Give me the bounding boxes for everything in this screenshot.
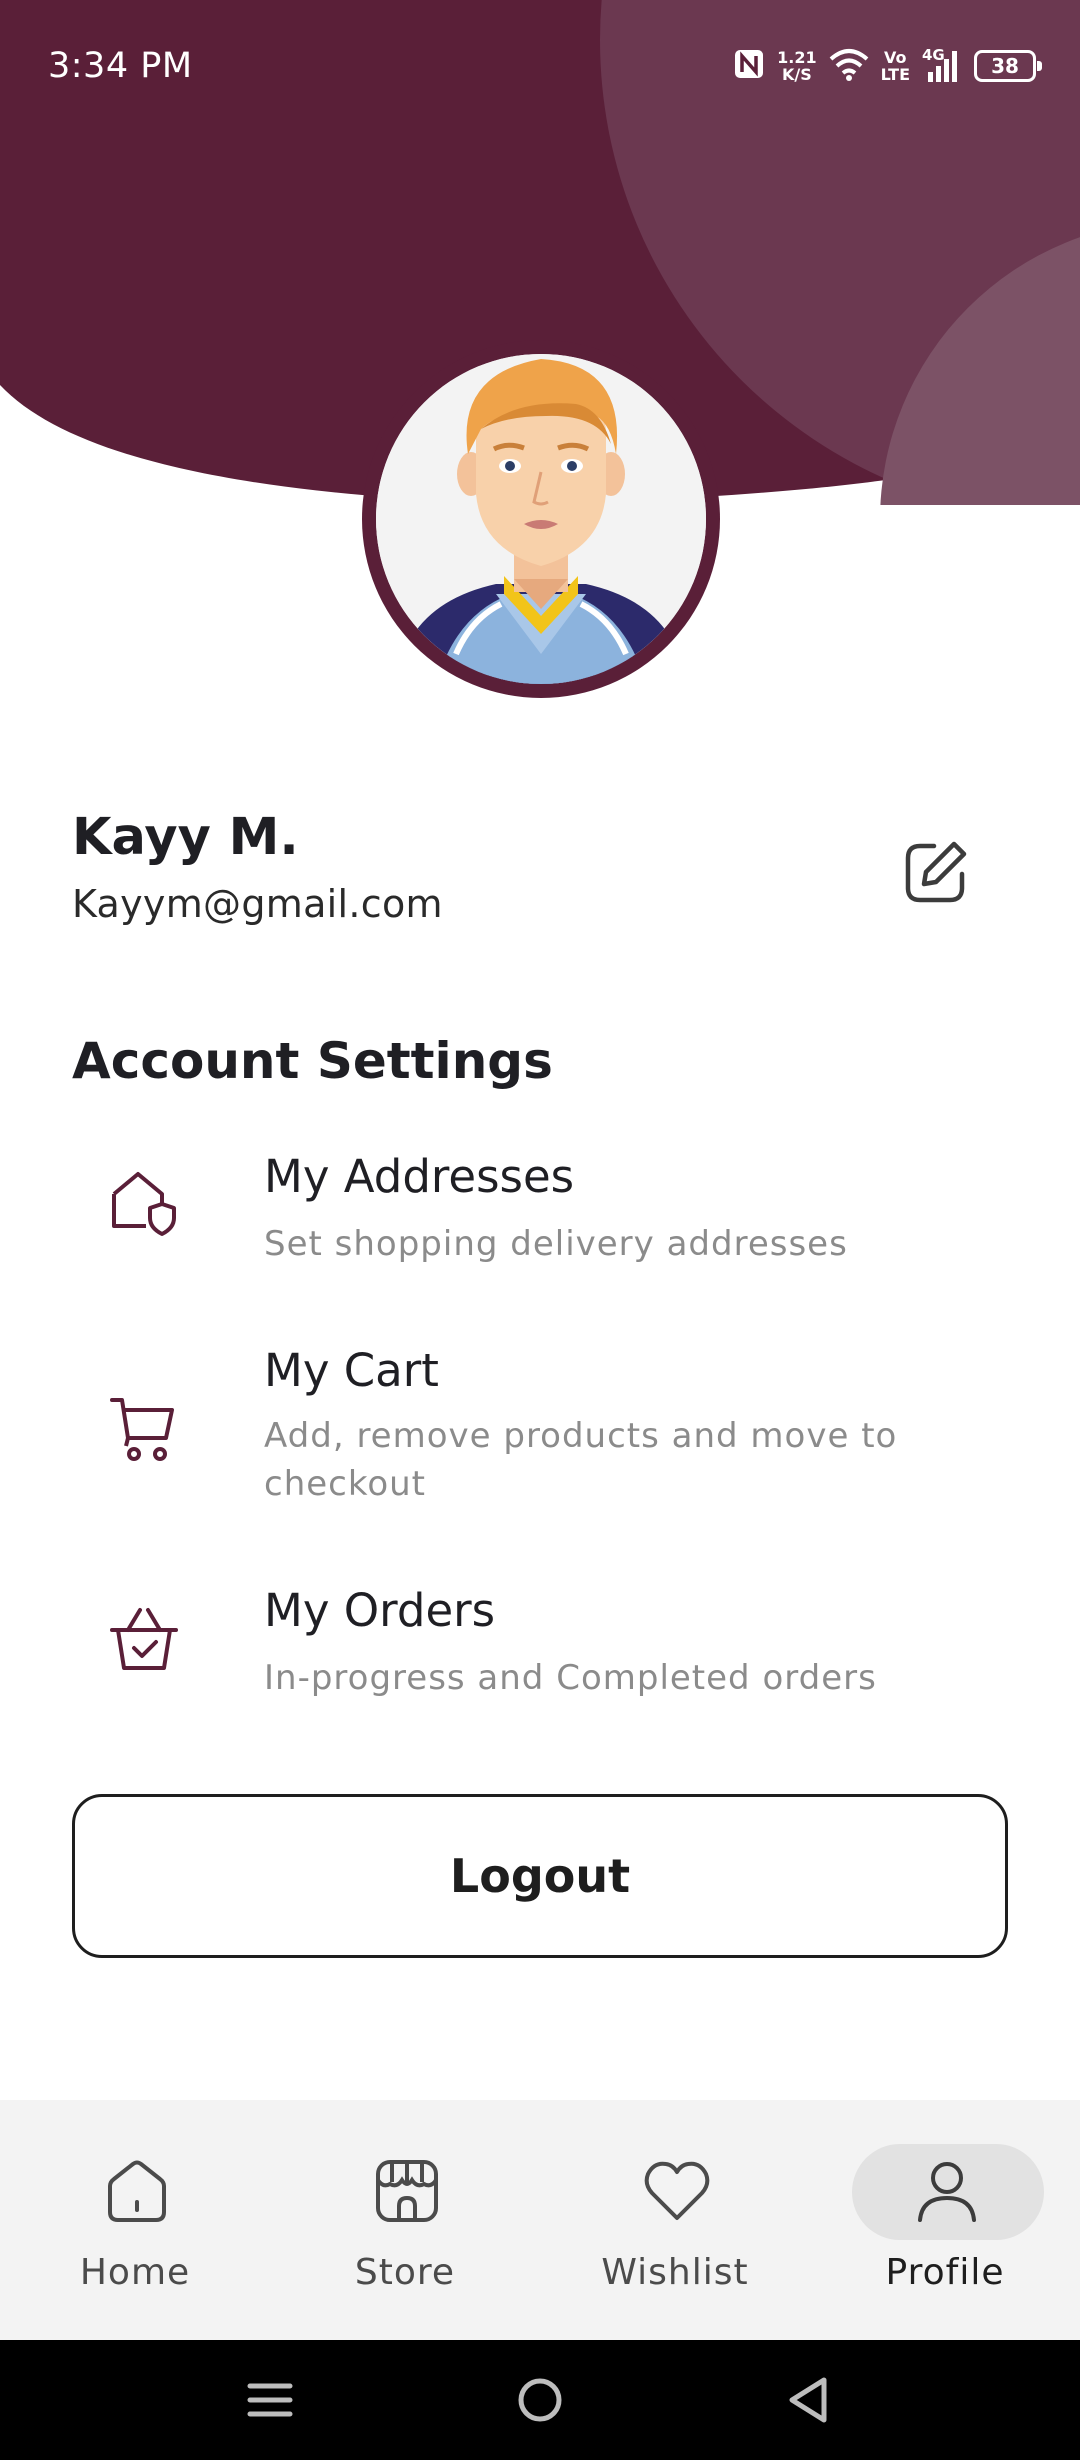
- setting-title: My Cart: [264, 1344, 439, 1397]
- nav-label: Home: [79, 2252, 191, 2293]
- nav-label: Wishlist: [601, 2252, 749, 2293]
- signal-icon: 4G: [922, 46, 962, 84]
- back-icon[interactable]: [780, 2370, 840, 2430]
- nfc-icon: [733, 48, 765, 84]
- menu-icon[interactable]: [240, 2370, 300, 2430]
- edit-icon: [905, 841, 967, 903]
- setting-subtitle: Set shopping delivery addresses: [264, 1224, 848, 1264]
- basket-check-icon: [102, 1598, 186, 1682]
- system-navigation-bar: [0, 2340, 1080, 2460]
- setting-subtitle: Add, remove products and move to checkou…: [264, 1416, 898, 1504]
- setting-my-orders[interactable]: My Orders In-progress and Completed orde…: [72, 1576, 1008, 1716]
- heart-icon: [644, 2161, 710, 2220]
- account-settings-title: Account Settings: [72, 1032, 553, 1090]
- home-circle-icon[interactable]: [510, 2370, 570, 2430]
- nav-store[interactable]: Store: [270, 2100, 540, 2340]
- home-icon: [108, 2160, 166, 2222]
- status-bar: 3:34 PM 1.21 K/S Vo LTE 4G 38: [0, 0, 1080, 140]
- nav-wishlist[interactable]: Wishlist: [540, 2100, 810, 2340]
- house-shield-icon: [102, 1160, 186, 1244]
- battery-icon: 38: [974, 50, 1042, 82]
- user-icon: [918, 2162, 976, 2222]
- setting-title: My Addresses: [264, 1150, 575, 1203]
- nav-home[interactable]: Home: [0, 2100, 270, 2340]
- store-icon: [376, 2160, 438, 2222]
- status-icons: 1.21 K/S Vo LTE 4G 38: [733, 44, 1042, 88]
- cart-icon: [102, 1386, 186, 1470]
- setting-subtitle: In-progress and Completed orders: [264, 1658, 877, 1698]
- user-name: Kayy M.: [72, 808, 299, 867]
- wifi-icon: [829, 47, 869, 85]
- data-speed: 1.21 K/S: [777, 48, 817, 84]
- avatar-illustration: [376, 354, 706, 684]
- nav-label: Store: [354, 2252, 456, 2293]
- logout-button[interactable]: Logout: [72, 1794, 1008, 1958]
- setting-my-cart[interactable]: My Cart Add, remove products and move to…: [72, 1334, 1008, 1514]
- edit-profile-button[interactable]: [896, 832, 976, 912]
- setting-my-addresses[interactable]: My Addresses Set shopping delivery addre…: [72, 1138, 1008, 1278]
- bottom-navigation: Home Store Wishlist Profile: [0, 2100, 1080, 2340]
- setting-title: My Orders: [264, 1584, 496, 1637]
- status-time: 3:34 PM: [48, 46, 193, 86]
- nav-label: Profile: [885, 2252, 1005, 2293]
- avatar[interactable]: [362, 340, 720, 698]
- volte-indicator: Vo LTE: [880, 48, 910, 84]
- nav-profile[interactable]: Profile: [810, 2100, 1080, 2340]
- user-email: Kayym@gmail.com: [72, 882, 443, 926]
